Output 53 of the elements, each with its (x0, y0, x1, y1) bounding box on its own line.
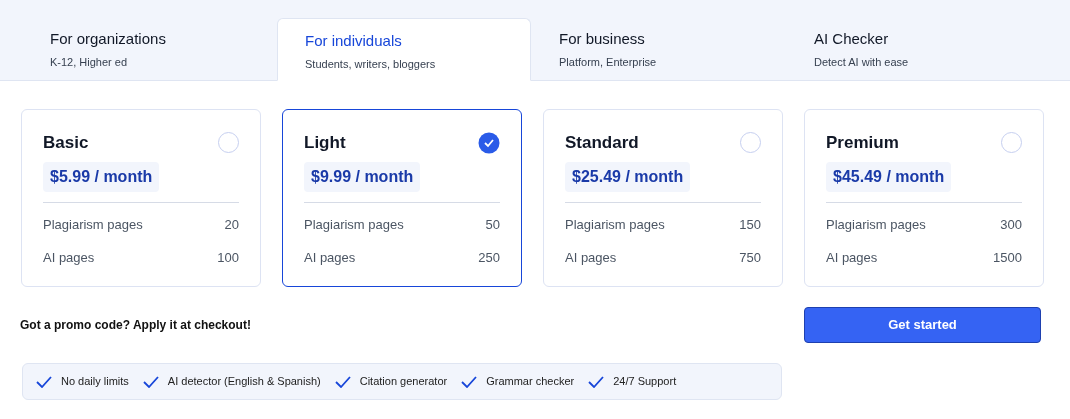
plan-card[interactable]: Light $9.99 / month Plagiarism pages 50 AI pages 250 (282, 109, 522, 287)
check-icon (142, 375, 159, 388)
check-icon (334, 375, 351, 388)
promo-text: Got a promo code? Apply it at checkout! (20, 317, 251, 334)
plan-name: Standard (565, 132, 639, 154)
feature-item: 24/7 Support (613, 374, 677, 390)
check-icon (588, 375, 605, 388)
plan-price: $45.49 / month (826, 161, 952, 192)
tab-subtitle: K-12, Higher ed (50, 55, 129, 70)
feature-label: AI pages (43, 249, 95, 267)
plan-card[interactable]: Premium $45.49 / month Plagiarism pages 300 AI pages 1500 (804, 109, 1044, 287)
feature-label: Plagiarism pages (43, 215, 143, 234)
feature-value: 750 (739, 249, 761, 267)
feature-label: AI pages (304, 249, 356, 267)
feature-value: 50 (485, 215, 500, 234)
feature-item: Citation generator (359, 374, 448, 390)
tab-title: For business (559, 29, 646, 49)
check-icon (461, 375, 478, 388)
feature-label: AI pages (826, 249, 878, 267)
check-icon (36, 375, 52, 388)
feature-value: 100 (217, 249, 239, 267)
tab-subtitle: Detect AI with ease (814, 55, 910, 70)
plan-price: $9.99 / month (304, 161, 421, 192)
feature-value: 300 (1000, 215, 1022, 234)
feature-label: Plagiarism pages (826, 215, 926, 234)
plan-card[interactable]: Basic $5.99 / month Plagiarism pages 20 AI pages 100 (21, 109, 261, 287)
plan-price: $25.49 / month (565, 161, 691, 192)
plan-name: Light (304, 132, 346, 154)
plan-name: Premium (826, 132, 899, 154)
feature-label: Plagiarism pages (304, 215, 404, 234)
tab[interactable]: For individuals Students, writers, bloggers (277, 18, 531, 81)
tab-subtitle: Platform, Enterprise (559, 55, 658, 70)
feature-value: 250 (478, 249, 500, 267)
tab-title: AI Checker (814, 29, 890, 49)
feature-value: 1500 (993, 249, 1022, 267)
tab[interactable]: AI Checker Detect AI with ease (786, 17, 1041, 80)
plan-name: Basic (43, 132, 89, 154)
feature-label: AI pages (565, 249, 617, 267)
tab-title: For organizations (50, 29, 167, 49)
plan-price: $5.99 / month (43, 161, 160, 192)
tab-subtitle: Students, writers, bloggers (305, 57, 437, 72)
radio-checked-icon[interactable] (478, 131, 500, 154)
feature-item: AI detector (English & Spanish) (167, 374, 321, 390)
get-started-button[interactable]: Get started (804, 307, 1041, 343)
feature-value: 150 (739, 215, 761, 234)
feature-item: No daily limits (61, 374, 129, 390)
feature-value: 20 (224, 215, 239, 234)
tab[interactable]: For organizations K-12, Higher ed (22, 17, 277, 80)
plan-card[interactable]: Standard $25.49 / month Plagiarism pages 150 AI pages 750 (543, 109, 783, 287)
feature-label: Plagiarism pages (565, 215, 665, 234)
feature-item: Grammar checker (486, 374, 575, 390)
tab[interactable]: For business Platform, Enterprise (531, 17, 786, 80)
tab-title: For individuals (305, 31, 403, 51)
